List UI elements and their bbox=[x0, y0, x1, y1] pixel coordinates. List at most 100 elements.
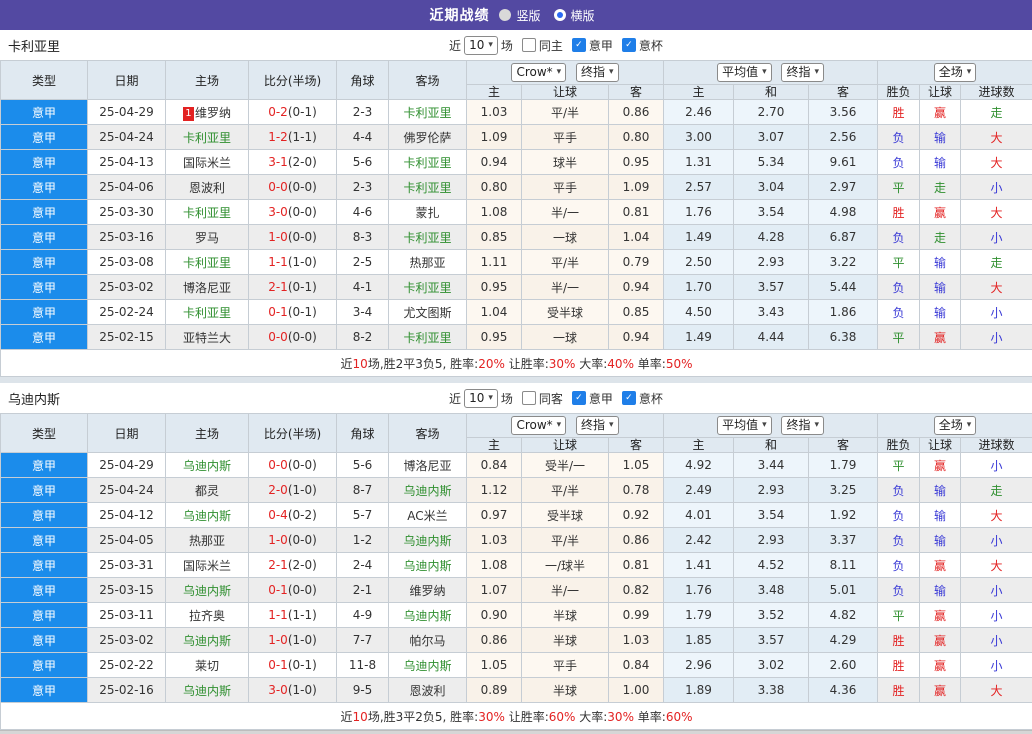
score-cell: 1-1(1-0) bbox=[248, 249, 337, 275]
result-goals-cell: 小 bbox=[960, 652, 1032, 678]
col-header-home: 主场 bbox=[165, 60, 249, 100]
avg-away-cell: 3.56 bbox=[808, 99, 879, 125]
score-cell: 2-1(2-0) bbox=[248, 552, 337, 578]
average-stage-select[interactable]: 终指 ▾ bbox=[781, 63, 824, 82]
chevron-down-icon: ▾ bbox=[814, 67, 819, 77]
odds-home-cell: 0.86 bbox=[466, 627, 522, 653]
avg-home-cell: 2.96 bbox=[663, 652, 735, 678]
cup-label[interactable]: 意杯 bbox=[639, 390, 663, 407]
cup-checkbox[interactable] bbox=[621, 391, 636, 405]
avg-away-cell: 8.11 bbox=[808, 552, 879, 578]
corner-cell: 5-6 bbox=[336, 149, 389, 175]
league-cell: 意甲 bbox=[0, 552, 88, 578]
sub-header-handicap-result: 让球 bbox=[919, 437, 962, 453]
cup-checkbox[interactable] bbox=[621, 38, 636, 52]
odds-handicap-cell: 一球 bbox=[521, 224, 609, 250]
league-cell: 意甲 bbox=[0, 299, 88, 325]
home-team-cell: 莱切 bbox=[165, 652, 249, 678]
odds-provider-select[interactable]: Crow* ▾ bbox=[511, 416, 567, 435]
same-away-checkbox[interactable] bbox=[521, 391, 536, 405]
odds-provider-select[interactable]: Crow* ▾ bbox=[511, 63, 567, 82]
odds-away-cell: 0.95 bbox=[607, 149, 665, 175]
date-cell: 25-03-11 bbox=[87, 602, 166, 628]
cup-label[interactable]: 意杯 bbox=[639, 37, 663, 54]
col-header-type: 类型 bbox=[0, 60, 88, 100]
league-checkbox[interactable] bbox=[571, 391, 586, 405]
horizontal-layout-label[interactable]: 横版 bbox=[571, 7, 595, 24]
date-cell: 25-04-05 bbox=[87, 527, 166, 553]
section-header: 卡利亚里 近 10▾ 场 同主 意甲 意杯 bbox=[0, 30, 1032, 60]
scope-select[interactable]: 全场 ▾ bbox=[933, 416, 977, 435]
odds-handicap-cell: 平/半 bbox=[521, 477, 609, 503]
sub-header-avg-draw: 和 bbox=[733, 437, 810, 453]
avg-home-cell: 2.49 bbox=[663, 477, 735, 503]
vertical-layout-label[interactable]: 竖版 bbox=[516, 7, 540, 24]
team-name: 卡利亚里 bbox=[8, 39, 61, 55]
sub-header-odds-home: 主 bbox=[466, 437, 522, 453]
avg-away-cell: 3.25 bbox=[808, 477, 879, 503]
odds-home-cell: 0.89 bbox=[466, 677, 522, 703]
average-stage-select[interactable]: 终指 ▾ bbox=[781, 416, 824, 435]
odds-handicap-cell: 平/半 bbox=[521, 99, 609, 125]
score-cell: 0-0(0-0) bbox=[248, 324, 337, 350]
odds-stage-select[interactable]: 终指 ▾ bbox=[576, 63, 619, 82]
average-provider-select[interactable]: 平均值 ▾ bbox=[717, 63, 772, 82]
avg-home-cell: 1.76 bbox=[663, 577, 735, 603]
result-handicap-cell: 输 bbox=[919, 249, 962, 275]
result-outcome-cell: 胜 bbox=[877, 99, 921, 125]
matches-count-select[interactable]: 10 ▾ bbox=[464, 388, 498, 408]
league-cell: 意甲 bbox=[0, 452, 88, 478]
odds-home-cell: 0.85 bbox=[466, 224, 522, 250]
sub-header-goals: 进球数 bbox=[960, 437, 1032, 453]
league-cell: 意甲 bbox=[0, 149, 88, 175]
date-cell: 25-04-24 bbox=[87, 477, 166, 503]
result-goals-cell: 小 bbox=[960, 527, 1032, 553]
same-home-checkbox[interactable] bbox=[521, 38, 536, 52]
filter-controls: 近 10▾ 场 同客 意甲 意杯 bbox=[449, 388, 663, 408]
same-away-label[interactable]: 同客 bbox=[539, 390, 563, 407]
horizontal-layout-radio[interactable] bbox=[553, 9, 566, 21]
sub-header-avg-away: 客 bbox=[808, 437, 879, 453]
away-team-cell: 热那亚 bbox=[388, 249, 467, 275]
chevron-down-icon: ▾ bbox=[762, 420, 767, 430]
avg-away-cell: 1.86 bbox=[808, 299, 879, 325]
avg-away-cell: 4.82 bbox=[808, 602, 879, 628]
home-team-cell: 乌迪内斯 bbox=[165, 627, 249, 653]
home-team-cell: 恩波利 bbox=[165, 174, 249, 200]
matches-unit-label: 场 bbox=[500, 391, 513, 406]
odds-away-cell: 0.81 bbox=[607, 552, 665, 578]
vertical-layout-radio[interactable] bbox=[499, 9, 512, 21]
result-group-header: 全场 ▾ bbox=[877, 60, 1032, 85]
league-label[interactable]: 意甲 bbox=[589, 37, 613, 54]
odds-stage-select[interactable]: 终指 ▾ bbox=[576, 416, 619, 435]
league-checkbox[interactable] bbox=[571, 38, 586, 52]
odds-home-cell: 1.08 bbox=[466, 552, 522, 578]
result-outcome-cell: 胜 bbox=[877, 627, 921, 653]
odds-away-cell: 0.82 bbox=[607, 577, 665, 603]
result-handicap-cell: 输 bbox=[919, 477, 962, 503]
result-outcome-cell: 平 bbox=[877, 452, 921, 478]
avg-draw-cell: 3.02 bbox=[733, 652, 810, 678]
match-row: 意甲 25-04-24 都灵 2-0(1-0) 8-7 乌迪内斯 1.12 平/半 0.78 2.… bbox=[0, 477, 1032, 503]
corner-cell: 2-3 bbox=[336, 174, 389, 200]
sub-header-outcome: 胜负 bbox=[877, 437, 921, 453]
date-cell: 25-03-30 bbox=[87, 199, 166, 225]
horizontal-scrollbar[interactable] bbox=[0, 730, 1032, 734]
home-team-cell: 亚特兰大 bbox=[165, 324, 249, 350]
section-udinese: 乌迪内斯 近 10▾ 场 同客 意甲 意杯 类型 bbox=[0, 383, 1032, 730]
average-provider-select[interactable]: 平均值 ▾ bbox=[717, 416, 772, 435]
away-team-cell: 恩波利 bbox=[388, 677, 467, 703]
avg-draw-cell: 3.43 bbox=[733, 299, 810, 325]
home-team-cell: 乌迪内斯 bbox=[165, 577, 249, 603]
corner-cell: 9-5 bbox=[336, 677, 389, 703]
result-goals-cell: 走 bbox=[960, 249, 1032, 275]
result-outcome-cell: 平 bbox=[877, 324, 921, 350]
result-goals-cell: 大 bbox=[960, 124, 1032, 150]
result-handicap-cell: 赢 bbox=[919, 452, 962, 478]
scope-select[interactable]: 全场 ▾ bbox=[933, 63, 977, 82]
same-home-label[interactable]: 同主 bbox=[539, 37, 563, 54]
col-header-home: 主场 bbox=[165, 413, 249, 453]
odds-away-cell: 0.86 bbox=[607, 527, 665, 553]
matches-count-select[interactable]: 10 ▾ bbox=[464, 35, 498, 55]
league-label[interactable]: 意甲 bbox=[589, 390, 613, 407]
